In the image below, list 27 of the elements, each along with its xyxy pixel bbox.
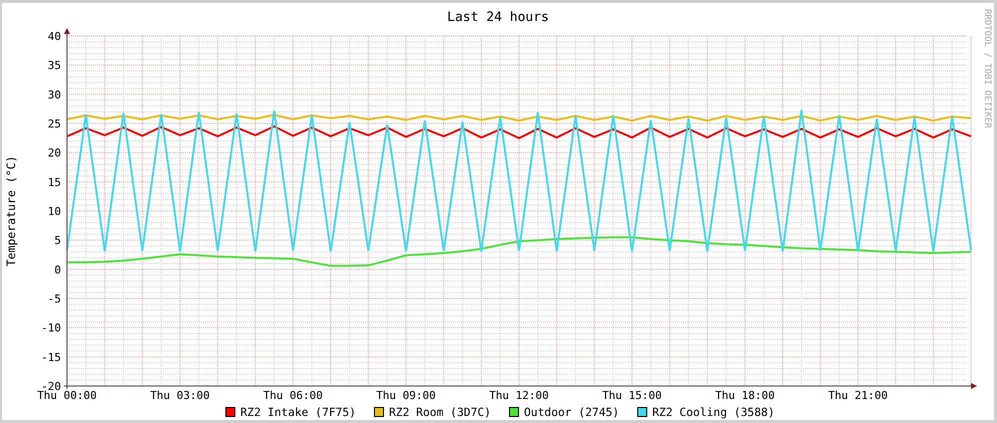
y-tick-label: 35: [48, 59, 61, 72]
y-tick-label: 5: [54, 234, 61, 248]
legend-label: Outdoor (2745): [524, 406, 620, 419]
chart-title: Last 24 hours: [447, 10, 549, 25]
x-tick-label: Thu 03:00: [150, 389, 210, 402]
legend-label: RZ2 Cooling (3588): [652, 406, 775, 419]
y-tick-label: 25: [48, 118, 61, 130]
legend-label: RZ2 Room (3D7C): [388, 406, 491, 419]
y-tick-label: 40: [48, 30, 61, 43]
legend-label: RZ2 Intake (7F75): [240, 406, 356, 419]
x-tick-label: Thu 09:00: [376, 389, 436, 402]
x-tick-label: Thu 00:00: [37, 389, 97, 402]
y-tick-label: -10: [41, 322, 61, 335]
y-tick-label: 20: [48, 146, 61, 160]
x-tick-label: Thu 18:00: [715, 389, 775, 402]
x-tick-label: Thu 12:00: [489, 389, 549, 402]
y-axis-label: Temperature (°C): [4, 156, 18, 266]
y-tick-label: 0: [54, 263, 61, 276]
x-tick-label: Thu 06:00: [263, 389, 323, 402]
y-tick-label: 30: [48, 88, 61, 102]
x-tick-label: Thu 21:00: [828, 389, 888, 402]
y-tick-label: -15: [41, 350, 61, 364]
y-tick-label: 15: [48, 176, 61, 189]
y-tick-label: -5: [48, 292, 61, 306]
credit-text: RRDTOOL / TOBI OETIKER: [982, 9, 992, 128]
x-tick-label: Thu 15:00: [602, 389, 662, 402]
y-tick-label: 10: [48, 205, 61, 218]
